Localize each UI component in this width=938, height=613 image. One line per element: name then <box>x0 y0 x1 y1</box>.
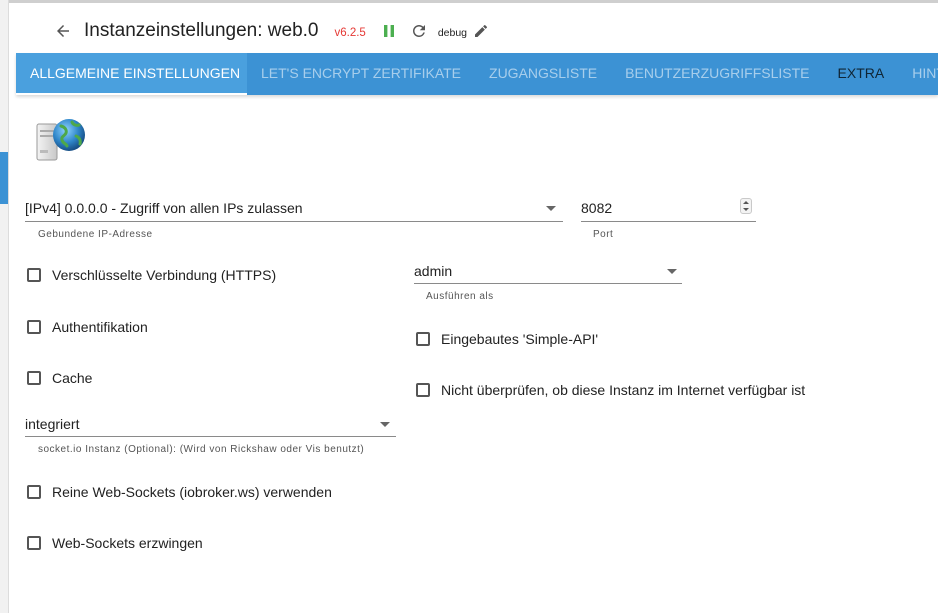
https-label: Verschlüsselte Verbindung (HTTPS) <box>52 267 277 283</box>
tab-lets-encrypt[interactable]: LET'S ENCRYPT ZERTIFIKATE <box>247 53 475 95</box>
title-bar: Instanzeinstellungen: web.0 v6.2.5 debug <box>16 10 938 52</box>
tab-hinter[interactable]: HINTER <box>898 53 938 95</box>
version-label: v6.2.5 <box>334 26 366 39</box>
left-rail <box>0 0 9 613</box>
port-stepper[interactable] <box>740 198 752 214</box>
tab-zugangsliste[interactable]: ZUGANGSLISTE <box>475 53 611 95</box>
socketio-helper: socket.io Instanz (Optional): (Wird von … <box>38 444 365 455</box>
settings-form: [IPv4] 0.0.0.0 - Zugriff von allen IPs z… <box>16 96 938 613</box>
force-ws-checkbox-row[interactable]: Web-Sockets erzwingen <box>27 535 203 551</box>
force-ws-checkbox[interactable] <box>27 536 41 550</box>
run-as-underline <box>414 283 682 284</box>
tab-benutzerzugriffsliste[interactable]: BENUTZERZUGRIFFSLISTE <box>611 53 823 95</box>
bind-address-underline <box>25 221 563 222</box>
bind-address-select[interactable]: [IPv4] 0.0.0.0 - Zugriff von allen IPs z… <box>25 200 303 216</box>
window-top-border <box>0 0 938 3</box>
web-adapter-logo <box>34 116 88 164</box>
tab-extra[interactable]: EXTRA <box>824 53 899 95</box>
simple-api-checkbox[interactable] <box>416 332 430 346</box>
tab-allgemeine-einstellungen[interactable]: ALLGEMEINE EINSTELLUNGEN <box>16 53 247 95</box>
https-checkbox-row[interactable]: Verschlüsselte Verbindung (HTTPS) <box>27 267 276 283</box>
pause-icon[interactable] <box>382 23 396 39</box>
port-input[interactable]: 8082 <box>581 200 612 216</box>
simple-api-checkbox-row[interactable]: Eingebautes 'Simple-API' <box>416 331 598 347</box>
auth-checkbox-row[interactable]: Authentifikation <box>27 319 148 335</box>
chevron-down-icon[interactable] <box>380 422 390 427</box>
left-rail-indicator <box>0 152 8 204</box>
chevron-down-icon[interactable] <box>667 269 677 274</box>
log-level-label: debug <box>437 26 468 39</box>
auth-checkbox[interactable] <box>27 320 41 334</box>
https-checkbox[interactable] <box>27 268 41 282</box>
run-as-helper: Ausführen als <box>426 291 494 302</box>
pencil-icon[interactable] <box>473 23 489 39</box>
cache-checkbox-row[interactable]: Cache <box>27 370 92 386</box>
port-helper: Port <box>593 229 614 240</box>
run-as-select[interactable]: admin <box>414 263 452 279</box>
auth-label: Authentifikation <box>52 319 148 335</box>
page-title: Instanzeinstellungen: web.0 <box>84 20 319 41</box>
pure-ws-checkbox[interactable] <box>27 485 41 499</box>
cache-label: Cache <box>52 370 93 386</box>
simple-api-label: Eingebautes 'Simple-API' <box>441 331 599 347</box>
force-ws-label: Web-Sockets erzwingen <box>52 535 203 551</box>
reload-icon[interactable] <box>410 22 428 40</box>
socketio-select[interactable]: integriert <box>25 416 79 432</box>
no-internet-check-label: Nicht überprüfen, ob diese Instanz im In… <box>441 382 806 398</box>
socketio-underline <box>25 436 396 437</box>
pure-ws-checkbox-row[interactable]: Reine Web-Sockets (iobroker.ws) verwende… <box>27 484 332 500</box>
arrow-left-icon[interactable] <box>50 18 76 44</box>
chevron-down-icon[interactable] <box>546 206 556 211</box>
cache-checkbox[interactable] <box>27 371 41 385</box>
pure-ws-label: Reine Web-Sockets (iobroker.ws) verwende… <box>52 484 332 500</box>
port-underline <box>581 221 756 222</box>
tab-bar: ALLGEMEINE EINSTELLUNGEN LET'S ENCRYPT Z… <box>16 53 938 95</box>
bind-address-helper: Gebundene IP-Adresse <box>38 229 153 240</box>
no-internet-check-row[interactable]: Nicht überprüfen, ob diese Instanz im In… <box>416 382 805 398</box>
no-internet-check-checkbox[interactable] <box>416 383 430 397</box>
